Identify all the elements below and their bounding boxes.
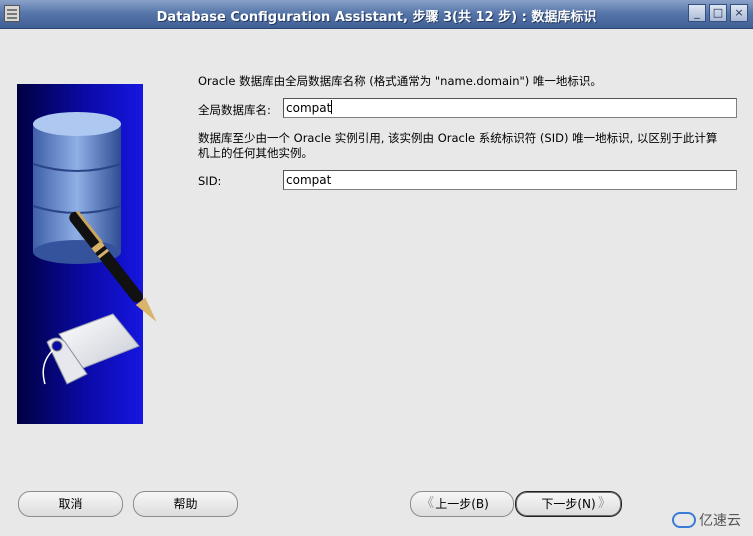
text-cursor: [331, 100, 333, 114]
cancel-button[interactable]: 取消: [18, 491, 123, 517]
back-button[interactable]: 《 上一步(B): [410, 491, 514, 517]
sid-value: compat: [286, 173, 332, 187]
global-db-name-value: compat: [286, 101, 332, 115]
global-db-name-label: 全局数据库名:: [198, 103, 271, 117]
chevron-right-icon: 》: [597, 496, 611, 511]
watermark-logo-icon: [672, 512, 696, 528]
next-button[interactable]: 下一步(N) 》: [515, 491, 622, 517]
sid-field[interactable]: compat: [283, 170, 737, 190]
window-title: Database Configuration Assistant, 步骤 3(共…: [156, 10, 597, 25]
sid-description-line2: 机上的任何其他实例。: [198, 146, 313, 160]
maximize-icon[interactable]: □: [709, 4, 727, 22]
next-button-label: 下一步(N): [541, 497, 596, 511]
help-button[interactable]: 帮助: [133, 491, 238, 517]
global-db-name-field[interactable]: compat: [283, 98, 737, 118]
sid-label: SID:: [198, 174, 222, 188]
title-bar[interactable]: Database Configuration Assistant, 步骤 3(共…: [0, 0, 753, 29]
intro-text: Oracle 数据库由全局数据库名称 (格式通常为 "name.domain")…: [198, 74, 602, 88]
back-button-label: 上一步(B): [435, 497, 489, 511]
chevron-left-icon: 《: [421, 496, 435, 511]
sid-description-line1: 数据库至少由一个 Oracle 实例引用, 该实例由 Oracle 系统标识符 …: [198, 131, 718, 145]
dialog-content: Oracle 数据库由全局数据库名称 (格式通常为 "name.domain")…: [0, 29, 753, 536]
watermark-text: 亿速云: [699, 513, 741, 529]
close-icon[interactable]: ×: [730, 4, 748, 22]
minimize-icon[interactable]: _: [688, 4, 706, 22]
database-pen-illustration: [32, 112, 157, 385]
watermark: 亿速云: [672, 510, 741, 530]
